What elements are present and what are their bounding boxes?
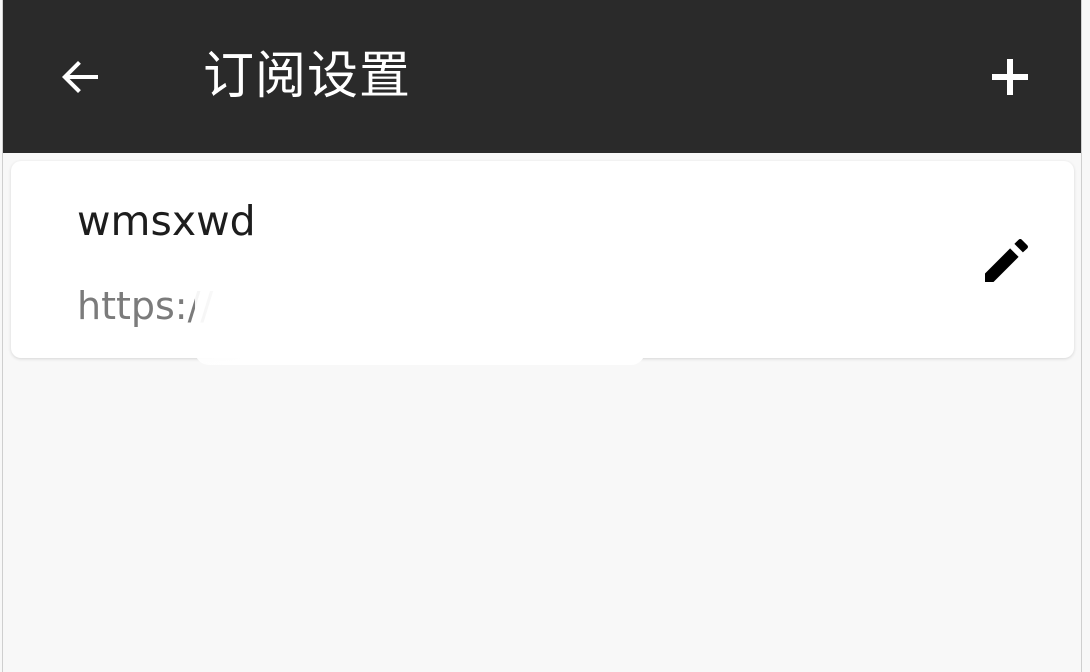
subscription-url: https://: [77, 284, 214, 328]
edit-subscription-button[interactable]: [976, 229, 1038, 291]
page-title: 订阅设置: [203, 47, 412, 106]
add-subscription-button[interactable]: [977, 44, 1043, 110]
arrow-back-icon: [62, 61, 98, 93]
pencil-icon: [985, 239, 1028, 282]
back-button[interactable]: [47, 44, 113, 110]
plus-icon: [992, 59, 1028, 95]
url-redaction: [195, 273, 645, 365]
app-window: 订阅设置 wmsxwd https://: [2, 0, 1082, 672]
subscription-name: wmsxwd: [77, 197, 256, 245]
subscription-card[interactable]: wmsxwd https://: [11, 161, 1074, 365]
app-bar: 订阅设置: [3, 0, 1081, 153]
